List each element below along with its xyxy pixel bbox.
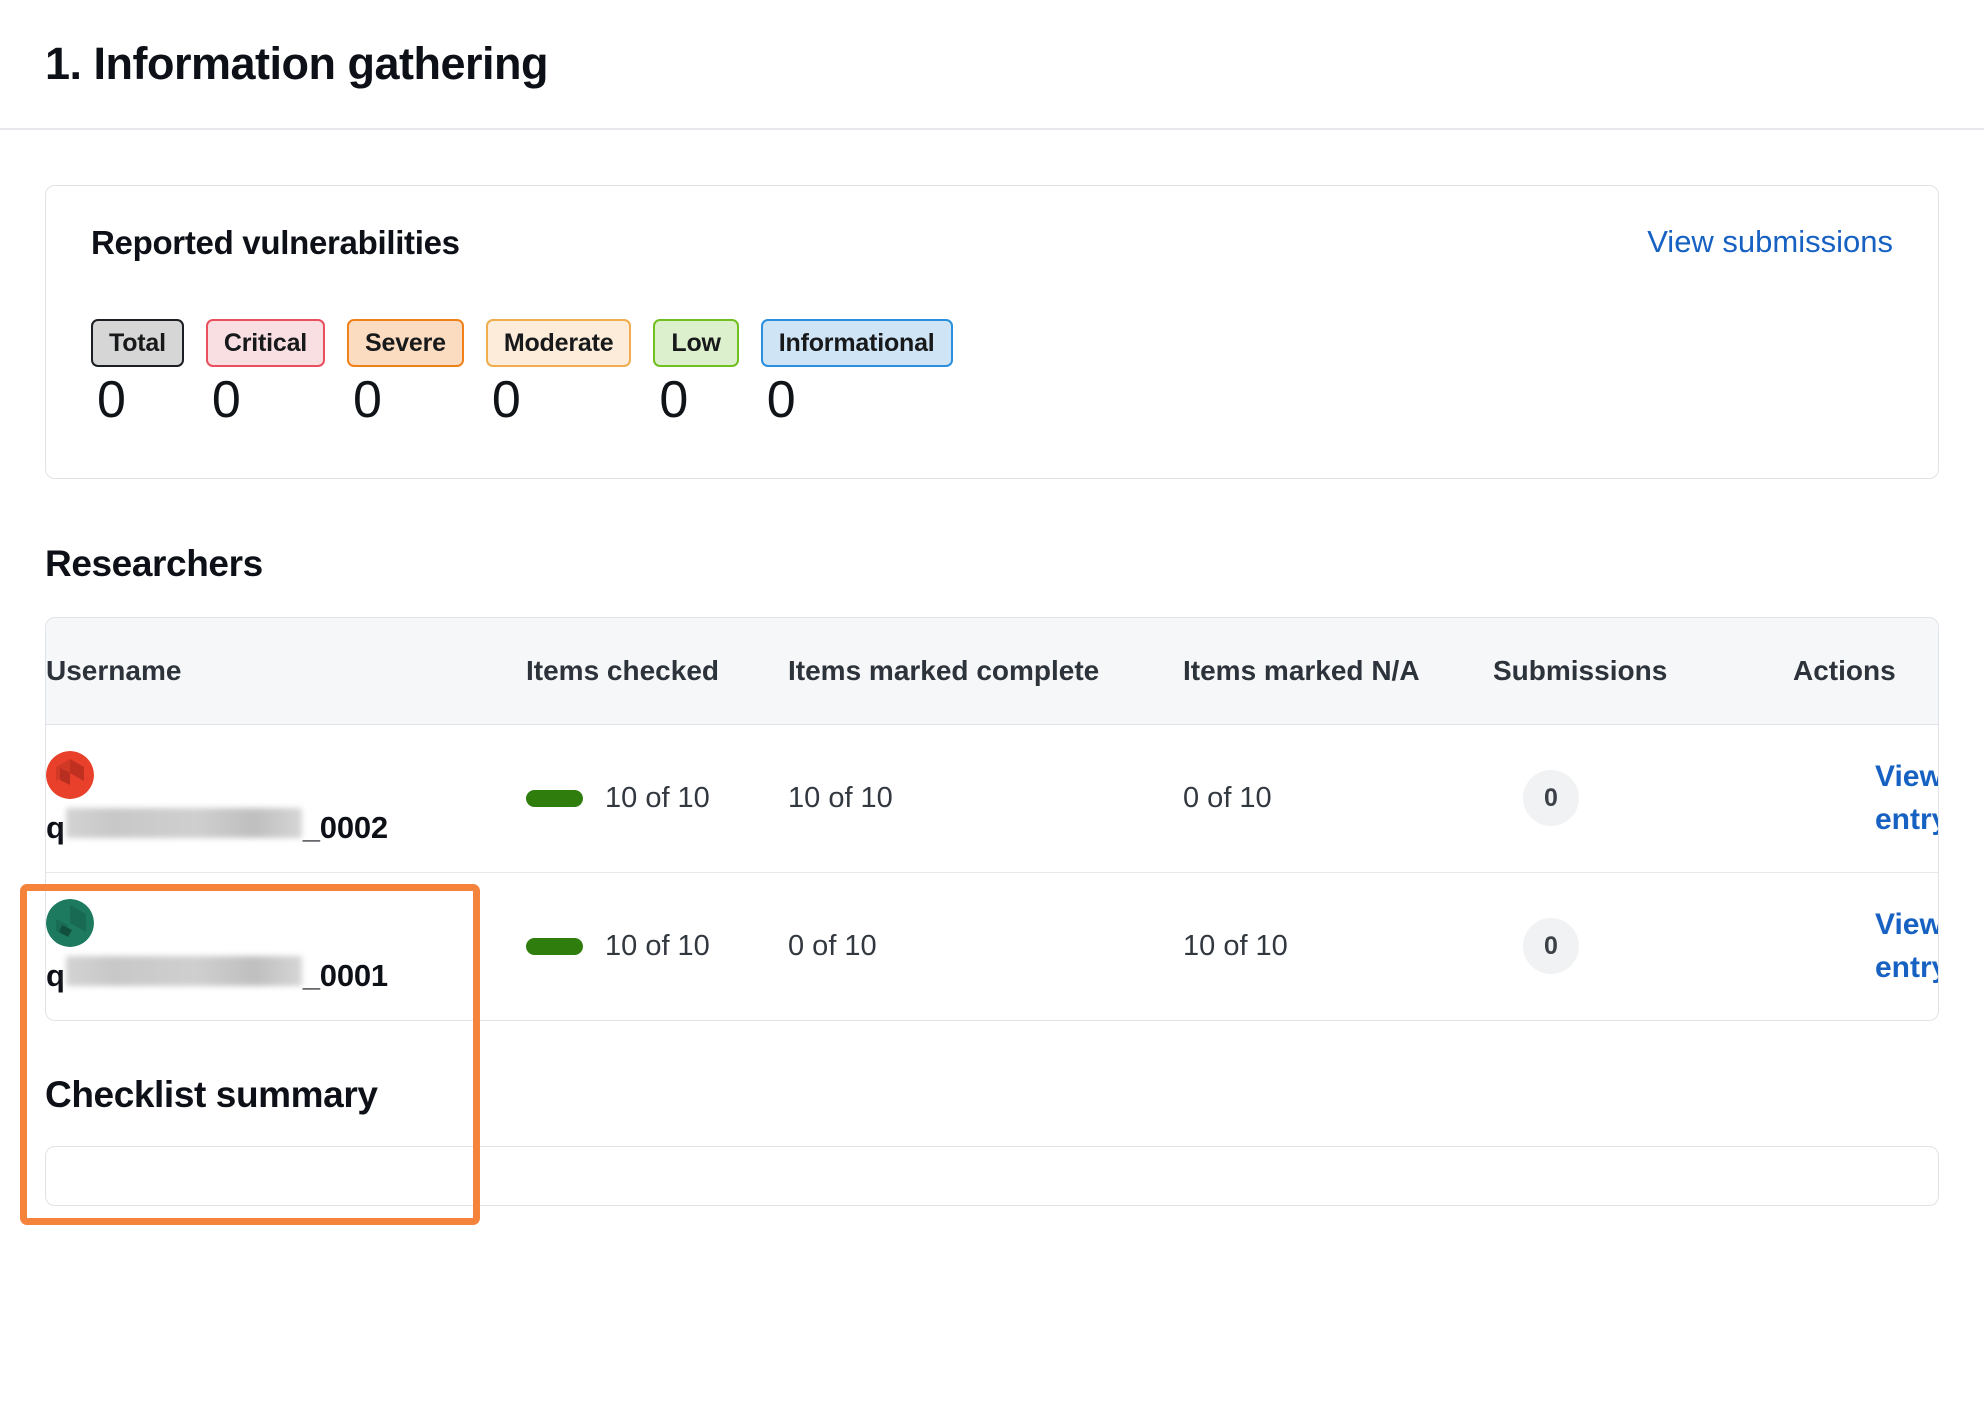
severity-group-total: Total 0 xyxy=(91,319,184,426)
checklist-summary-card xyxy=(45,1145,1939,1206)
severity-badge-total: Total xyxy=(91,319,184,367)
cell-submissions: 0 xyxy=(1493,724,1793,873)
table-row: q _0001 10 of 10 0 of 10 10 of 10 0 View entry xyxy=(46,872,1938,1020)
severity-count-low: 0 xyxy=(659,371,689,429)
severity-badge-informational: Informational xyxy=(760,319,953,367)
page-title: 1. Information gathering xyxy=(45,38,549,89)
username-prefix: q xyxy=(46,957,65,993)
severity-count-total: 0 xyxy=(97,371,126,429)
reported-vulnerabilities-card: Reported vulnerabilities View submission… xyxy=(45,185,1939,479)
items-checked-value: 10 of 10 xyxy=(605,929,710,962)
cell-items-checked: 10 of 10 xyxy=(526,724,788,873)
items-marked-na-value: 0 of 10 xyxy=(1183,781,1272,814)
cell-items-marked-na: 10 of 10 xyxy=(1183,872,1493,1020)
submissions-count-badge: 0 xyxy=(1523,918,1579,975)
view-entry-link[interactable]: View entry xyxy=(1875,755,1938,842)
column-header-items-marked-na: Items marked N/A xyxy=(1183,618,1493,725)
severity-group-severe: Severe 0 xyxy=(347,319,464,426)
researchers-table-body: q _0002 10 of 10 10 of 10 0 of 10 0 View entry… xyxy=(46,724,1938,1020)
severity-count-severe: 0 xyxy=(353,371,382,429)
avatar xyxy=(46,898,526,947)
items-marked-complete-value: 0 of 10 xyxy=(788,929,877,962)
column-header-actions: Actions xyxy=(1793,618,1938,725)
researchers-table-head: Username Items checked Items marked comp… xyxy=(46,618,1938,725)
vulnerabilities-card-header: Reported vulnerabilities View submission… xyxy=(91,224,1893,262)
researchers-heading: Researchers xyxy=(45,543,263,584)
items-checked-value: 10 of 10 xyxy=(605,781,710,814)
cell-submissions: 0 xyxy=(1493,872,1793,1020)
severity-badge-severe: Severe xyxy=(347,319,464,367)
progress-bar-icon xyxy=(526,789,583,807)
cell-actions: View entry xyxy=(1793,724,1938,873)
username-prefix: q xyxy=(46,809,65,845)
researchers-table: Username Items checked Items marked comp… xyxy=(46,618,1938,1020)
column-header-submissions: Submissions xyxy=(1493,618,1793,725)
table-row: q _0002 10 of 10 10 of 10 0 of 10 0 View entry xyxy=(46,724,1938,873)
column-header-items-checked: Items checked xyxy=(526,618,788,725)
checklist-summary-heading: Checklist summary xyxy=(45,1073,378,1115)
progress-bar-icon xyxy=(526,937,583,955)
submissions-count-badge: 0 xyxy=(1523,770,1579,827)
view-entry-link[interactable]: View entry xyxy=(1875,903,1938,990)
redacted-username-block xyxy=(65,955,302,986)
username-suffix: _0001 xyxy=(302,957,388,993)
column-header-username: Username xyxy=(46,618,526,725)
cell-items-checked: 10 of 10 xyxy=(526,872,788,1020)
redacted-username-block xyxy=(65,807,302,838)
page-content: Reported vulnerabilities View submission… xyxy=(0,185,1984,1206)
username-text: q _0001 xyxy=(46,955,526,994)
items-marked-na-value: 10 of 10 xyxy=(1183,929,1288,962)
severity-count-critical: 0 xyxy=(211,371,241,429)
cell-items-marked-complete: 0 of 10 xyxy=(788,872,1183,1020)
cell-items-marked-na: 0 of 10 xyxy=(1183,724,1493,873)
view-submissions-link[interactable]: View submissions xyxy=(1647,224,1893,260)
severity-group-informational: Informational 0 xyxy=(760,319,953,429)
severity-summary: Total 0 Critical 0 Severe 0 Moderate 0 Low 0 Infor… xyxy=(91,319,1893,426)
cell-username: q _0001 xyxy=(46,872,526,1020)
severity-count-informational: 0 xyxy=(766,371,796,429)
page-header: 1. Information gathering xyxy=(0,0,1984,130)
severity-group-critical: Critical 0 xyxy=(205,319,326,429)
items-marked-complete-value: 10 of 10 xyxy=(788,781,893,814)
table-header-row: Username Items checked Items marked comp… xyxy=(46,618,1938,725)
avatar xyxy=(46,750,526,799)
cell-username: q _0002 xyxy=(46,724,526,873)
username-suffix: _0002 xyxy=(302,809,388,845)
severity-group-low: Low 0 xyxy=(653,319,739,429)
cell-actions: View entry xyxy=(1793,872,1938,1020)
vulnerabilities-title: Reported vulnerabilities xyxy=(91,224,460,261)
column-header-items-marked-complete: Items marked complete xyxy=(788,618,1183,725)
severity-badge-low: Low xyxy=(653,319,739,367)
severity-count-moderate: 0 xyxy=(491,371,521,429)
severity-group-moderate: Moderate 0 xyxy=(485,319,632,429)
severity-badge-critical: Critical xyxy=(205,319,326,367)
severity-badge-moderate: Moderate xyxy=(485,319,632,367)
cell-items-marked-complete: 10 of 10 xyxy=(788,724,1183,873)
researchers-table-container: Username Items checked Items marked comp… xyxy=(45,617,1939,1021)
username-text: q _0002 xyxy=(46,807,526,846)
